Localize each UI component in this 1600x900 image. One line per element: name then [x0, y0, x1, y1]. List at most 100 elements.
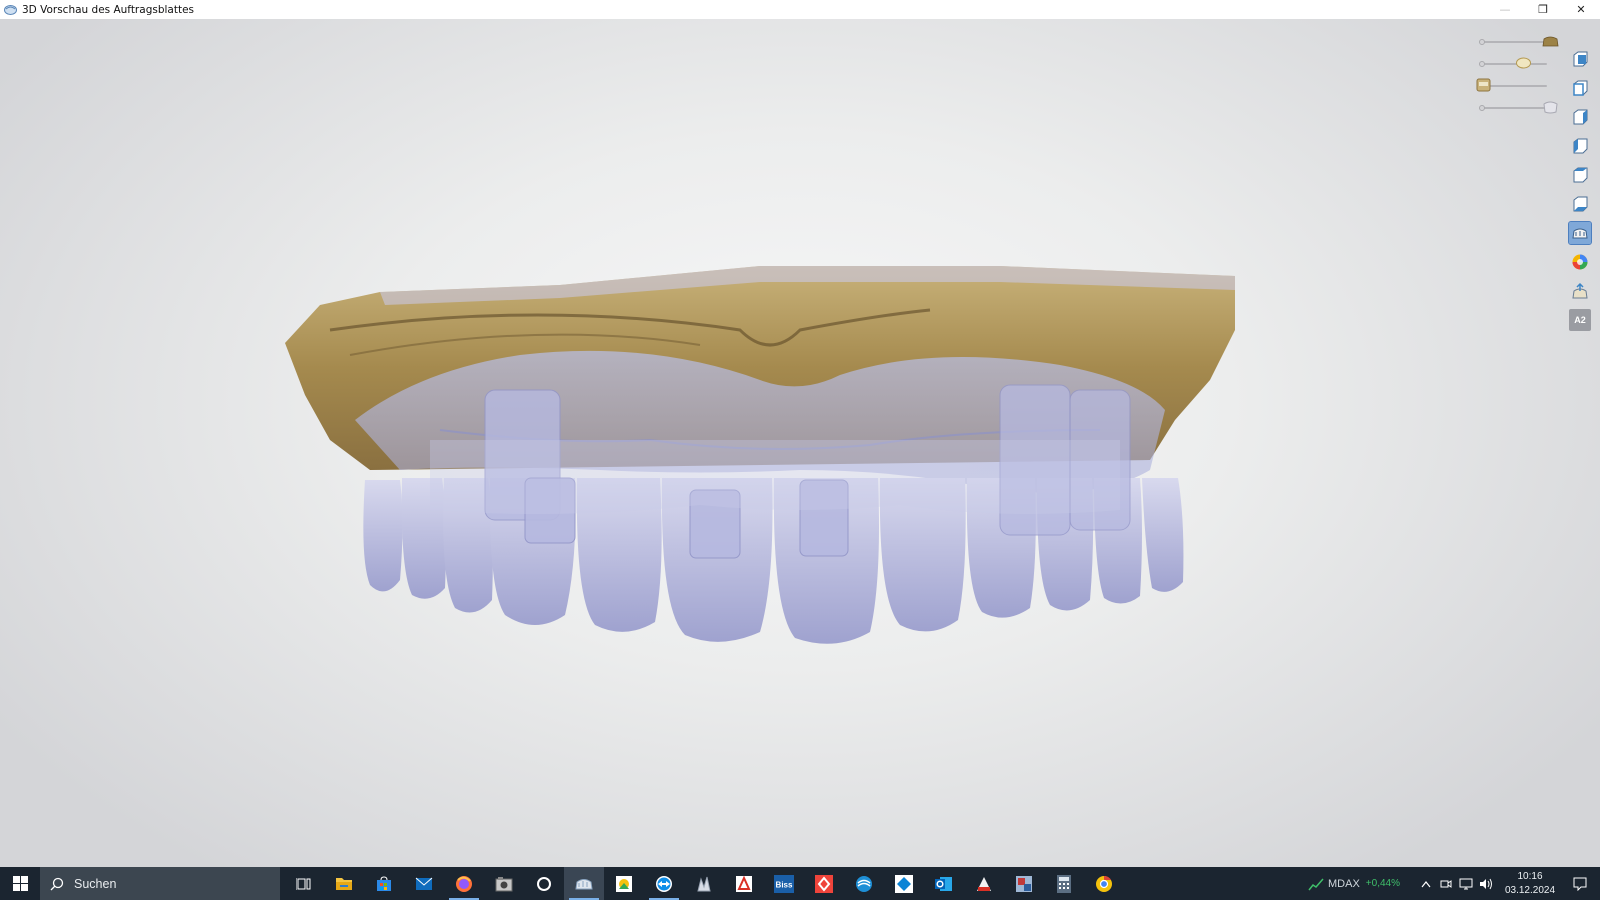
bridge-framework — [430, 440, 1120, 514]
volume-icon — [1480, 878, 1492, 889]
network-tray-button[interactable] — [1456, 867, 1476, 900]
biss-label: Biss — [776, 880, 793, 889]
outlook-icon — [935, 876, 952, 891]
pdf-icon — [736, 875, 752, 892]
window-title: 3D Vorschau des Auftragsblattes — [22, 3, 195, 16]
cube-right-icon — [1573, 138, 1588, 154]
calculator-button[interactable] — [1044, 867, 1084, 900]
biss-icon: Biss — [774, 874, 794, 893]
network-tray-icon — [1459, 878, 1473, 889]
color-button[interactable] — [1569, 251, 1591, 273]
task-view-icon — [296, 877, 311, 890]
screenshot-icon — [1572, 282, 1588, 299]
cube-front-icon — [1573, 51, 1588, 67]
view-toolbar: A2 — [1567, 48, 1593, 338]
teamviewer-button[interactable] — [644, 867, 684, 900]
system-tray: MDAX +0,44% 10:16 03.12.2024 — [1308, 867, 1600, 900]
shade-button[interactable]: A2 — [1569, 309, 1591, 331]
color-wheel-icon — [1572, 254, 1588, 270]
search-placeholder: Suchen — [74, 876, 117, 891]
tooth-model-icon — [575, 878, 593, 889]
notification-center-button[interactable] — [1560, 867, 1600, 900]
view-left-button[interactable] — [1569, 106, 1591, 128]
windows-icon — [12, 876, 28, 891]
view-right-button[interactable] — [1569, 135, 1591, 157]
cube-top-icon — [1573, 167, 1588, 183]
pdf-app-button[interactable] — [724, 867, 764, 900]
network-app-button[interactable] — [1004, 867, 1044, 900]
view-front-button[interactable] — [1569, 48, 1591, 70]
edge-icon — [856, 875, 872, 892]
cube-back-icon — [1573, 80, 1588, 96]
dental-viewer-button[interactable] — [564, 867, 604, 900]
chevron-up-icon — [1421, 880, 1431, 887]
dental-model-render[interactable] — [0, 19, 1600, 867]
outlook-button[interactable] — [924, 867, 964, 900]
screenshot-button[interactable] — [1569, 280, 1591, 302]
start-button[interactable] — [0, 867, 40, 900]
model-view-icon — [1572, 228, 1588, 239]
scan-app-button[interactable] — [684, 867, 724, 900]
firefox-button[interactable] — [444, 867, 484, 900]
model-base-icon[interactable] — [1542, 34, 1559, 48]
restore-button[interactable]: ❐ — [1524, 0, 1562, 19]
teamviewer-icon — [656, 875, 672, 892]
adobe-app-button[interactable] — [964, 867, 1004, 900]
view-bottom-button[interactable] — [1569, 193, 1591, 215]
clock-time: 10:16 — [1517, 870, 1543, 882]
network-icon — [1016, 875, 1032, 892]
camera-tray-icon — [1440, 879, 1452, 888]
photo-app-button[interactable] — [604, 867, 644, 900]
store-button[interactable] — [364, 867, 404, 900]
clock[interactable]: 10:16 03.12.2024 — [1500, 870, 1560, 898]
volume-tray-button[interactable] — [1476, 867, 1496, 900]
search-icon — [50, 877, 64, 890]
camera-app-button[interactable] — [484, 867, 524, 900]
ticker-name: MDAX — [1328, 877, 1360, 890]
mail-button[interactable] — [404, 867, 444, 900]
edge-button[interactable] — [844, 867, 884, 900]
minimize-button[interactable]: — — [1486, 0, 1524, 19]
gingiva-icon[interactable] — [1475, 78, 1492, 92]
task-view-button[interactable] — [284, 867, 324, 900]
mail-icon — [415, 877, 433, 890]
firefox-icon — [456, 875, 472, 892]
view-top-button[interactable] — [1569, 164, 1591, 186]
folder-icon — [336, 878, 352, 890]
taskbar: Suchen Biss MDAX +0,44% 10:16 03.12.2024 — [0, 867, 1600, 900]
jaw-icon[interactable] — [1515, 56, 1532, 70]
circle-icon — [537, 876, 551, 891]
clock-date: 03.12.2024 — [1504, 884, 1556, 896]
chrome-icon — [1096, 875, 1112, 892]
anydesk-button[interactable] — [804, 867, 844, 900]
search-input[interactable]: Suchen — [40, 867, 280, 900]
store-icon — [377, 875, 391, 891]
model-view-button[interactable] — [1568, 221, 1592, 245]
camera-icon — [495, 876, 513, 891]
close-button[interactable]: ✕ — [1562, 0, 1600, 19]
cube-left-icon — [1573, 109, 1588, 125]
cortana-button[interactable] — [524, 867, 564, 900]
taskbar-apps: Biss — [284, 867, 1124, 900]
stock-ticker[interactable]: MDAX +0,44% — [1308, 877, 1400, 891]
ticker-change: +0,44% — [1365, 878, 1400, 889]
chrome-button[interactable] — [1084, 867, 1124, 900]
file-explorer-button[interactable] — [324, 867, 364, 900]
calculator-icon — [1057, 874, 1071, 893]
photo-icon — [616, 875, 632, 892]
cube-bottom-icon — [1573, 196, 1588, 212]
biss-app-button[interactable]: Biss — [764, 867, 804, 900]
meet-now-button[interactable] — [1436, 867, 1456, 900]
teeth-icon[interactable] — [1542, 100, 1559, 114]
anydesk-icon — [815, 874, 833, 893]
stock-chart-icon — [1308, 878, 1324, 890]
show-hidden-icons-button[interactable] — [1416, 867, 1436, 900]
3d-viewport[interactable]: A2 — [0, 19, 1600, 867]
view-back-button[interactable] — [1569, 77, 1591, 99]
shade-icon: A2 — [1574, 315, 1586, 325]
app-icon — [4, 5, 17, 15]
dropbox-icon — [895, 874, 913, 893]
notification-icon — [1573, 877, 1587, 891]
dropbox-button[interactable] — [884, 867, 924, 900]
title-bar: 3D Vorschau des Auftragsblattes — ❐ ✕ — [0, 0, 1600, 19]
